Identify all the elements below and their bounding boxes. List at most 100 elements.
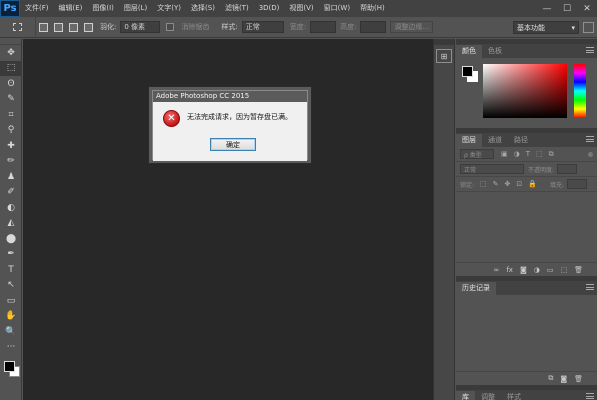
- style-select[interactable]: 正常: [241, 21, 284, 33]
- more-tools-icon[interactable]: ···: [0, 340, 22, 356]
- fill-input[interactable]: [567, 179, 588, 189]
- fx-icon[interactable]: fx: [506, 266, 513, 274]
- crop-tool-icon[interactable]: ⌗: [0, 107, 22, 123]
- share-icon[interactable]: [583, 22, 594, 33]
- chevron-down-icon: ▾: [571, 23, 575, 32]
- adjustment-filter-icon[interactable]: ◑: [514, 150, 520, 158]
- tab-libraries[interactable]: 库: [456, 391, 475, 400]
- menu-filter[interactable]: 滤镜(T): [220, 0, 254, 17]
- ok-button[interactable]: 确定: [210, 138, 256, 151]
- subtract-selection-icon[interactable]: [69, 22, 78, 32]
- workspace-value: 基本功能: [517, 23, 545, 32]
- foreground-color-swatch[interactable]: [4, 361, 15, 372]
- history-brush-tool-icon[interactable]: ✐: [0, 185, 22, 201]
- layers-footer: ∞ fx ◙ ◑ ▭ ⬚ 🗑: [456, 262, 597, 276]
- lock-pixels-icon[interactable]: ⬚: [480, 180, 487, 188]
- panel-menu-icon[interactable]: [586, 284, 594, 290]
- new-document-from-state-icon[interactable]: ⧉: [548, 374, 553, 383]
- panel-menu-icon[interactable]: [586, 393, 594, 399]
- add-selection-icon[interactable]: [54, 22, 63, 32]
- feather-input[interactable]: 0 像素: [120, 21, 161, 33]
- link-layers-icon[interactable]: ∞: [494, 266, 500, 274]
- eyedropper-tool-icon[interactable]: ⚲: [0, 123, 22, 139]
- intersect-selection-icon[interactable]: [84, 22, 93, 32]
- tab-styles[interactable]: 样式: [501, 391, 527, 400]
- blur-tool-icon[interactable]: ⬤: [0, 231, 22, 247]
- menu-edit[interactable]: 编辑(E): [54, 0, 88, 17]
- type-tool-icon[interactable]: T: [0, 262, 22, 278]
- menu-file[interactable]: 文件(F): [20, 0, 54, 17]
- smart-object-filter-icon[interactable]: ⧉: [549, 150, 554, 159]
- height-input[interactable]: [360, 21, 387, 33]
- close-button[interactable]: ✕: [577, 0, 597, 17]
- eraser-tool-icon[interactable]: ◐: [0, 200, 22, 216]
- menu-select[interactable]: 选择(S): [186, 0, 220, 17]
- marquee-tool-icon[interactable]: ⬚: [0, 60, 22, 76]
- delete-layer-icon[interactable]: 🗑: [574, 266, 583, 274]
- type-filter-icon[interactable]: T: [526, 150, 530, 158]
- pixel-filter-icon[interactable]: ▣: [501, 150, 508, 158]
- color-foreground-swatch[interactable]: [462, 66, 473, 77]
- hue-slider[interactable]: [574, 64, 586, 118]
- panel-menu-icon[interactable]: [586, 136, 594, 142]
- tab-swatches[interactable]: 色板: [482, 45, 508, 58]
- lock-position-icon[interactable]: ✥: [505, 180, 511, 188]
- tab-paths[interactable]: 路径: [508, 134, 534, 147]
- shape-tool-icon[interactable]: ▭: [0, 293, 22, 309]
- width-input[interactable]: [310, 21, 337, 33]
- dialog-title: Adobe Photoshop CC 2015: [153, 91, 307, 102]
- tab-layers[interactable]: 图层: [456, 134, 482, 147]
- menu-view[interactable]: 视图(V): [284, 0, 318, 17]
- menu-window[interactable]: 窗口(W): [319, 0, 355, 17]
- shape-filter-icon[interactable]: ⬚: [536, 150, 543, 158]
- blend-mode-select[interactable]: 正常: [460, 164, 524, 174]
- pen-tool-icon[interactable]: ✒: [0, 247, 22, 263]
- strip-grip[interactable]: [434, 39, 454, 45]
- panel-menu-icon[interactable]: [586, 47, 594, 53]
- tools-panel: ✥ ⬚ ʘ ✎ ⌗ ⚲ ✚ ✏ ♟ ✐ ◐ ◭ ⬤ ✒ T ↖ ▭ ✋ 🔍 ··…: [0, 39, 22, 400]
- color-field[interactable]: [483, 64, 567, 118]
- healing-tool-icon[interactable]: ✚: [0, 138, 22, 154]
- antialias-label: 消除锯齿: [181, 23, 210, 31]
- minimize-button[interactable]: —: [537, 0, 557, 17]
- adjustment-layer-icon[interactable]: ◑: [534, 266, 540, 274]
- move-tool-icon[interactable]: ✥: [0, 45, 22, 61]
- properties-panel-icon[interactable]: ⊞: [436, 49, 452, 63]
- tab-history[interactable]: 历史记录: [456, 282, 496, 295]
- tab-adjustments[interactable]: 调整: [475, 391, 501, 400]
- quick-select-tool-icon[interactable]: ✎: [0, 92, 22, 108]
- opacity-input[interactable]: [557, 164, 578, 174]
- menu-type[interactable]: 文字(Y): [152, 0, 186, 17]
- stamp-tool-icon[interactable]: ♟: [0, 169, 22, 185]
- zoom-tool-icon[interactable]: 🔍: [0, 324, 22, 340]
- lock-artboard-icon[interactable]: ⊡: [516, 180, 522, 188]
- new-selection-icon[interactable]: [39, 22, 48, 32]
- tab-color[interactable]: 颜色: [456, 45, 482, 58]
- maximize-button[interactable]: ☐: [557, 0, 577, 17]
- hand-tool-icon[interactable]: ✋: [0, 309, 22, 325]
- brush-tool-icon[interactable]: ✏: [0, 154, 22, 170]
- workspace-select[interactable]: 基本功能 ▾: [513, 21, 579, 34]
- filter-toggle-icon[interactable]: [588, 151, 593, 157]
- menu-image[interactable]: 图像(I): [87, 0, 119, 17]
- menu-3d[interactable]: 3D(D): [254, 0, 285, 17]
- lock-all-icon[interactable]: 🔒: [528, 180, 537, 188]
- lock-paint-icon[interactable]: ✎: [493, 180, 499, 188]
- refine-edge-button[interactable]: 调整边缘...: [390, 21, 434, 33]
- layer-filter-select[interactable]: ρ 类型: [460, 149, 494, 159]
- new-layer-icon[interactable]: ⬚: [560, 266, 567, 274]
- antialias-checkbox[interactable]: [166, 23, 175, 31]
- add-mask-icon[interactable]: ◙: [520, 266, 527, 274]
- history-panel: ⧉ ◙ 🗑: [456, 295, 597, 385]
- new-group-icon[interactable]: ▭: [547, 266, 554, 274]
- delete-state-icon[interactable]: 🗑: [574, 375, 583, 383]
- menu-help[interactable]: 帮助(H): [355, 0, 390, 17]
- blend-row: 正常 不透明度:: [456, 162, 597, 177]
- tab-channels[interactable]: 通道: [482, 134, 508, 147]
- tool-preset-picker[interactable]: [0, 16, 36, 38]
- path-select-tool-icon[interactable]: ↖: [0, 278, 22, 294]
- menu-layer[interactable]: 图层(L): [119, 0, 152, 17]
- gradient-tool-icon[interactable]: ◭: [0, 216, 22, 232]
- snapshot-icon[interactable]: ◙: [560, 375, 567, 383]
- lasso-tool-icon[interactable]: ʘ: [0, 76, 22, 92]
